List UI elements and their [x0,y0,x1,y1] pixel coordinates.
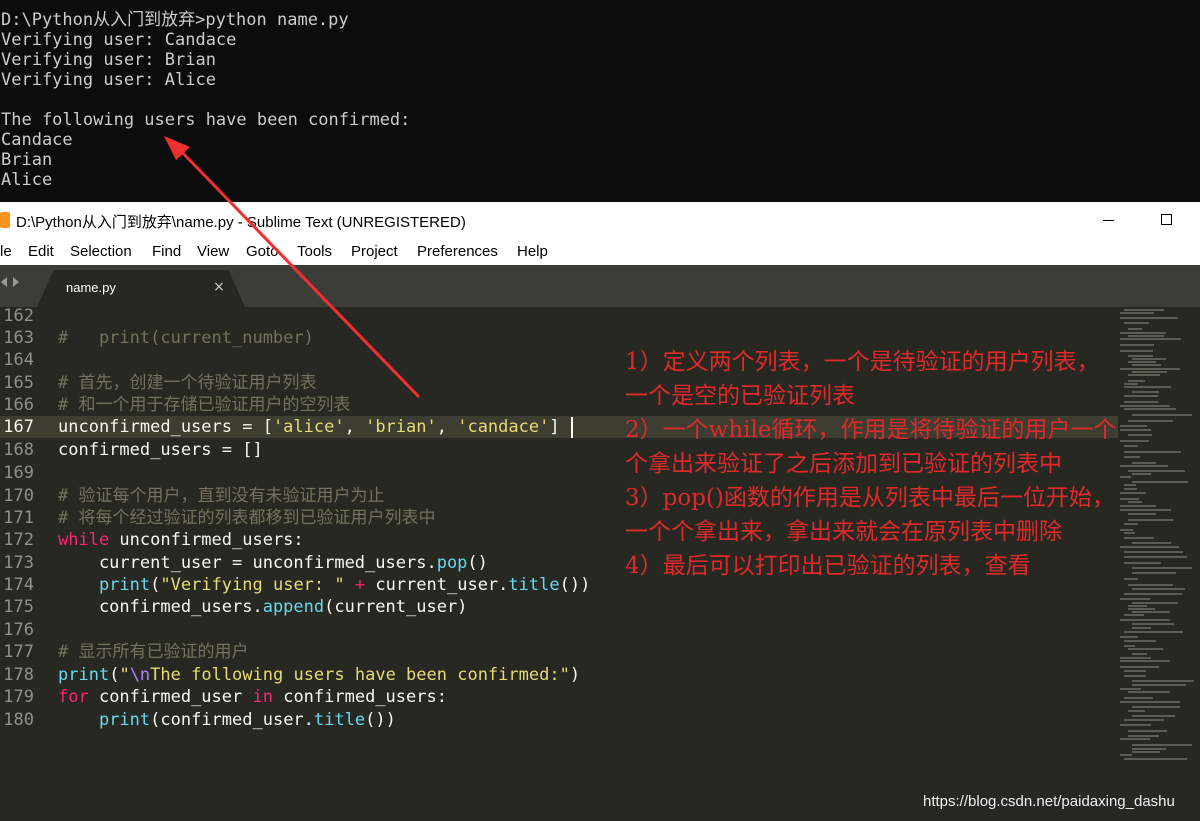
annotation-arrow [164,136,420,398]
watermark: https://blog.csdn.net/paidaxing_dashu [923,793,1175,810]
arrow-shaft [176,146,420,398]
